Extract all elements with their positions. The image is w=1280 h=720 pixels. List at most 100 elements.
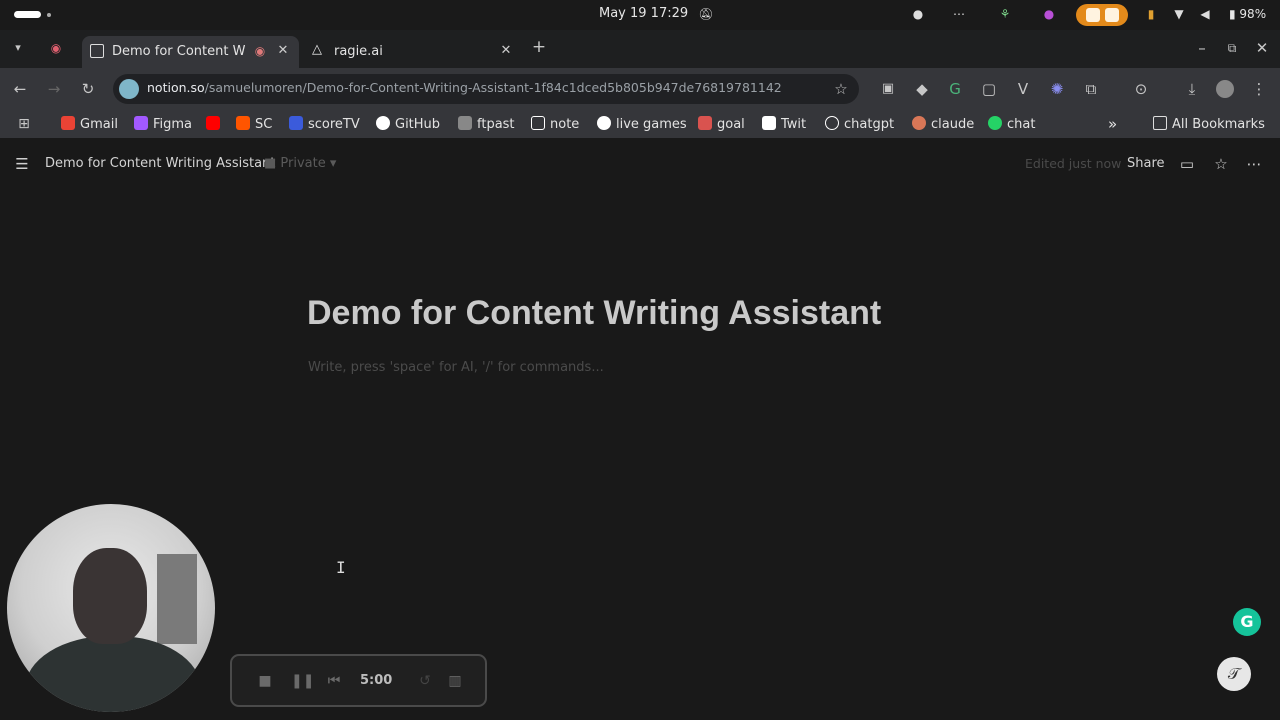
bookmark-label: SC: [255, 117, 273, 132]
site-info-icon[interactable]: [119, 79, 139, 99]
download-icon[interactable]: ⤓: [1183, 80, 1201, 98]
notion-topbar: ☰ Demo for Content Writing Assistant ■ P…: [0, 138, 1280, 188]
bookmark-chat[interactable]: chat: [988, 116, 1035, 134]
tab-search-icon[interactable]: ▾: [9, 39, 27, 57]
bookmark-note[interactable]: note: [531, 116, 579, 134]
lock-icon: ■: [264, 156, 281, 171]
recording-tab-icon: ◉: [50, 41, 62, 55]
webcam-person-body: [25, 636, 201, 712]
minimize-icon[interactable]: –: [1193, 39, 1211, 57]
volume-icon[interactable]: ◀: [1197, 6, 1213, 22]
new-tab-icon[interactable]: +: [530, 38, 548, 56]
system-clock[interactable]: May 19 17:29: [599, 6, 688, 21]
media-control-icon[interactable]: ⊙: [1132, 80, 1150, 98]
folder-icon: [1153, 116, 1167, 130]
extension-tray-icon[interactable]: ⚘: [997, 6, 1013, 22]
grammarly-extension-icon[interactable]: G: [946, 80, 964, 98]
trash-icon[interactable]: ▥: [446, 672, 464, 690]
share-button[interactable]: Share: [1127, 156, 1165, 171]
bookmark-label: note: [550, 117, 580, 132]
bookmark-youtube[interactable]: [206, 116, 225, 134]
react-extension-icon[interactable]: ✺: [1048, 80, 1066, 98]
bookmark-live-games[interactable]: live games: [597, 116, 687, 134]
webcam-background: [157, 554, 197, 644]
figma-icon: [134, 116, 148, 130]
soundcloud-icon: [236, 116, 250, 130]
chevron-down-icon: ▾: [329, 156, 337, 171]
recording-timer: 5:00: [360, 673, 393, 688]
camera-extension-icon[interactable]: ▣: [879, 80, 897, 98]
battery-indicator[interactable]: ▮ 98%: [1229, 7, 1266, 21]
more-bookmarks-icon[interactable]: »: [1108, 116, 1117, 134]
privacy-badge[interactable]: ■ Private ▾: [264, 156, 336, 171]
editor-placeholder[interactable]: Write, press 'space' for AI, '/' for com…: [308, 360, 604, 375]
url-domain: notion.so: [147, 80, 205, 95]
battery-percent: 98%: [1239, 7, 1267, 21]
apps-grid-icon[interactable]: ⊞: [15, 115, 33, 133]
bookmark-goal[interactable]: goal: [698, 116, 745, 134]
bookmark-twit[interactable]: Twit: [762, 116, 806, 134]
page-more-icon[interactable]: ⋯: [1245, 155, 1263, 173]
bookmark-chatgpt[interactable]: chatgpt: [825, 116, 894, 134]
url-path: /samuelumoren/Demo-for-Content-Writing-A…: [204, 80, 782, 95]
tab-label: Demo for Content W: [112, 44, 246, 59]
bookmark-label: claude: [931, 117, 975, 132]
notion-ai-help-icon[interactable]: 𝒯: [1217, 657, 1251, 691]
webcam-overlay[interactable]: [7, 504, 215, 712]
restart-icon[interactable]: ⏮︎: [325, 672, 343, 690]
window-close-icon[interactable]: ✕: [1253, 39, 1271, 57]
workspace-dot: [47, 13, 51, 17]
app-tray-icon[interactable]: ●: [1041, 6, 1057, 22]
more-icon[interactable]: ⋯: [951, 6, 967, 22]
stop-icon[interactable]: ■: [256, 672, 274, 690]
screencast-icon: [1086, 8, 1100, 22]
bookmark-star-icon[interactable]: ☆: [832, 80, 850, 98]
reload-icon[interactable]: ↻: [79, 80, 97, 98]
notifications-muted-icon: 🔕︎: [698, 7, 714, 21]
globe-icon: [597, 116, 611, 130]
v-extension-icon[interactable]: V: [1014, 80, 1032, 98]
bookmark-label: chat: [1007, 117, 1036, 132]
forward-icon[interactable]: →: [45, 80, 63, 98]
notion-icon: [531, 116, 545, 130]
stop-recording-icon: [1105, 8, 1119, 22]
tab-ragie[interactable]: △ ragie.ai ✕: [304, 36, 521, 68]
shield-extension-icon[interactable]: ◆: [913, 80, 931, 98]
bookmark-claude[interactable]: claude: [912, 116, 974, 134]
wifi-icon[interactable]: ▼: [1171, 6, 1187, 22]
activities-indicator[interactable]: [14, 11, 41, 18]
favorite-star-icon[interactable]: ☆: [1212, 155, 1230, 173]
browser-menu-icon[interactable]: ⋮: [1250, 80, 1268, 98]
address-bar[interactable]: notion.so/samuelumoren/Demo-for-Content-…: [113, 74, 859, 104]
system-top-bar: May 19 17:29 🔕︎ ● ⋯ ⚘ ● ▮ ▼ ◀ ▮ 98%: [0, 0, 1280, 30]
comments-icon[interactable]: ▭: [1178, 155, 1196, 173]
back-icon[interactable]: ←: [11, 80, 29, 98]
grammarly-widget-icon[interactable]: G: [1233, 608, 1261, 636]
profile-avatar[interactable]: [1216, 80, 1234, 98]
bookmark-sc[interactable]: SC: [236, 116, 272, 134]
goal-icon: [698, 116, 712, 130]
bookmark-ftpast[interactable]: ftpast: [458, 116, 515, 134]
sidebar-toggle-icon[interactable]: ☰: [13, 155, 31, 173]
bookmark-figma[interactable]: Figma: [134, 116, 192, 134]
browser-tab-strip: ▾ ◉ Demo for Content W ◉ ✕ △ ragie.ai ✕ …: [0, 30, 1280, 68]
breadcrumb-page-title[interactable]: Demo for Content Writing Assistant: [45, 156, 275, 171]
url-text[interactable]: notion.so/samuelumoren/Demo-for-Content-…: [147, 80, 782, 95]
redo-icon[interactable]: ↺: [416, 672, 434, 690]
tab-close-icon[interactable]: ✕: [275, 43, 291, 59]
all-bookmarks-button[interactable]: All Bookmarks: [1153, 116, 1265, 134]
bookmark-github[interactable]: GitHub: [376, 116, 440, 134]
webcam-person-head: [73, 548, 147, 644]
tab-close-icon[interactable]: ✕: [498, 43, 514, 59]
bookmark-scoretv[interactable]: scoreTV: [289, 116, 360, 134]
page-title[interactable]: Demo for Content Writing Assistant: [307, 294, 881, 333]
bookmark-gmail[interactable]: Gmail: [61, 116, 118, 134]
screen-recording-indicator[interactable]: [1076, 4, 1128, 26]
restore-icon[interactable]: ⧉: [1223, 39, 1241, 57]
bookmark-label: scoreTV: [308, 117, 360, 132]
screen-extension-icon[interactable]: ▢: [980, 80, 998, 98]
privacy-label: Private: [280, 156, 326, 171]
extensions-puzzle-icon[interactable]: ⧉: [1082, 80, 1100, 98]
tab-demo[interactable]: Demo for Content W ◉ ✕: [82, 36, 299, 68]
pause-icon[interactable]: ❚❚: [291, 672, 314, 690]
